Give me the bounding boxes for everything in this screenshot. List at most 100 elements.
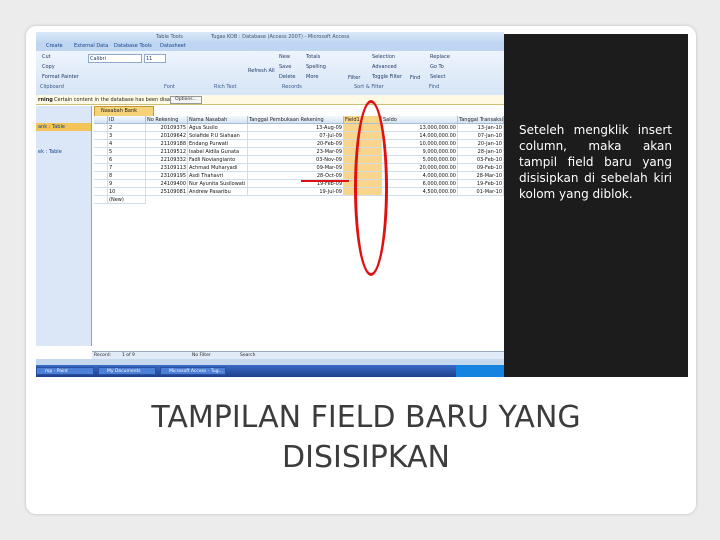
spelling-button[interactable]: Spelling	[306, 64, 326, 70]
table-cell[interactable]: Isabel Aldila Gunata	[188, 148, 248, 156]
toggle-filter-button[interactable]: Toggle Filter	[372, 74, 402, 80]
table-cell[interactable]: 28-Oct-09	[248, 172, 344, 180]
table-cell[interactable]: 5	[108, 148, 146, 156]
no-filter-indicator[interactable]: No Filter	[192, 353, 211, 358]
table-cell[interactable]: 4,000,000.00	[382, 172, 458, 180]
delete-record-button[interactable]: Delete	[279, 74, 295, 80]
table-cell[interactable]: Agus Susilo	[188, 124, 248, 132]
table-cell[interactable]: 23109113	[146, 164, 188, 172]
tab-database-tools[interactable]: Database Tools	[114, 43, 152, 49]
table-cell[interactable]: 19-Feb-10	[458, 180, 504, 188]
table-cell[interactable]: 9	[108, 180, 146, 188]
go-to-button[interactable]: Go To	[430, 64, 444, 70]
table-cell[interactable]: 4,500,000.00	[382, 188, 458, 196]
taskbar-access[interactable]: Microsoft Access - Tug...	[160, 367, 226, 375]
table-cell[interactable]: 4	[108, 140, 146, 148]
table-cell[interactable]: Nur Ayunita Susilowati	[188, 180, 248, 188]
table-cell[interactable]: 5,000,000.00	[382, 156, 458, 164]
table-cell[interactable]: 21109188	[146, 140, 188, 148]
table-cell[interactable]: 03-Nov-09	[248, 156, 344, 164]
table-cell[interactable]: 6,000,000.00	[382, 180, 458, 188]
column-header[interactable]: ID	[108, 116, 146, 124]
cut-button[interactable]: Cut	[42, 54, 51, 60]
table-cell[interactable]: 20109642	[146, 132, 188, 140]
table-cell[interactable]: 7	[108, 164, 146, 172]
copy-button[interactable]: Copy	[42, 64, 55, 70]
column-header[interactable]: Nama Nasabah	[188, 116, 248, 124]
table-cell[interactable]: 03-Feb-10	[458, 156, 504, 164]
filter-button[interactable]: Filter	[348, 75, 360, 81]
record-search-input[interactable]: Search	[240, 353, 255, 358]
record-position[interactable]: 1 of 9	[122, 353, 135, 358]
row-selector[interactable]	[94, 156, 108, 164]
format-painter-button[interactable]: Format Painter	[42, 74, 79, 80]
table-cell[interactable]: 22109332	[146, 156, 188, 164]
row-selector[interactable]	[94, 180, 108, 188]
column-header[interactable]: Saldo	[382, 116, 458, 124]
table-cell[interactable]: 19-Jul-09	[248, 188, 344, 196]
table-cell[interactable]: Achmad Muharyadi	[188, 164, 248, 172]
advanced-button[interactable]: Advanced	[372, 64, 397, 70]
select-all-corner[interactable]	[94, 116, 108, 124]
options-button[interactable]: Options...	[170, 96, 202, 104]
column-header[interactable]: No Rekening	[146, 116, 188, 124]
table-cell[interactable]: Fadli Noviangianto	[188, 156, 248, 164]
column-header[interactable]: Tanggal Transaksi Akhir	[458, 116, 504, 124]
table-cell[interactable]: 13-Jan-10	[458, 124, 504, 132]
nav-item-table-1[interactable]: ank : Table	[38, 124, 65, 130]
table-cell[interactable]: 13,000,000.00	[382, 124, 458, 132]
tab-external-data[interactable]: External Data	[74, 43, 108, 49]
taskbar-my-documents[interactable]: My Documents	[98, 367, 156, 375]
table-cell[interactable]: 20,000,000.00	[382, 164, 458, 172]
table-cell[interactable]: 21109512	[146, 148, 188, 156]
row-selector[interactable]	[94, 140, 108, 148]
find-button[interactable]: Find	[410, 75, 420, 81]
row-selector[interactable]	[94, 132, 108, 140]
new-row-selector[interactable]	[94, 196, 108, 204]
select-button[interactable]: Select	[430, 74, 445, 80]
more-button[interactable]: More	[306, 74, 318, 80]
table-cell[interactable]: 20109375	[146, 124, 188, 132]
table-cell[interactable]: 6	[108, 156, 146, 164]
tab-create[interactable]: Create	[46, 43, 63, 49]
selection-button[interactable]: Selection	[372, 54, 395, 60]
table-cell[interactable]: 2	[108, 124, 146, 132]
table-cell[interactable]: 07-Jul-09	[248, 132, 344, 140]
replace-button[interactable]: Replace	[430, 54, 450, 60]
table-cell[interactable]: 28-Jan-10	[458, 148, 504, 156]
new-record-button[interactable]: New	[279, 54, 290, 60]
font-name-select[interactable]: Calibri	[88, 54, 142, 63]
row-selector[interactable]	[94, 124, 108, 132]
table-cell[interactable]: 9,000,000.00	[382, 148, 458, 156]
row-selector[interactable]	[94, 172, 108, 180]
table-cell[interactable]: Endang Purwati	[188, 140, 248, 148]
table-cell[interactable]: 3	[108, 132, 146, 140]
table-cell[interactable]: 14,000,000.00	[382, 132, 458, 140]
table-cell[interactable]: 09-Mar-09	[248, 164, 344, 172]
table-cell[interactable]: 01-Mar-10	[458, 188, 504, 196]
table-cell[interactable]: 8	[108, 172, 146, 180]
save-record-button[interactable]: Save	[279, 64, 291, 70]
table-cell[interactable]: Asdi Thahavri	[188, 172, 248, 180]
nav-item-table-2[interactable]: ek : Table	[38, 149, 62, 155]
table-cell[interactable]: 23-Mar-09	[248, 148, 344, 156]
table-cell[interactable]: 07-Jan-10	[458, 132, 504, 140]
tab-datasheet[interactable]: Datasheet	[160, 43, 186, 49]
table-cell[interactable]: 13-Aug-09	[248, 124, 344, 132]
row-selector[interactable]	[94, 164, 108, 172]
table-cell[interactable]: 25109081	[146, 188, 188, 196]
column-header[interactable]: Tanggal Pembukaan Rekening	[248, 116, 344, 124]
table-cell[interactable]: 24109400	[146, 180, 188, 188]
table-cell[interactable]: 20-Feb-09	[248, 140, 344, 148]
totals-button[interactable]: Totals	[306, 54, 320, 60]
table-cell[interactable]: 10,000,000.00	[382, 140, 458, 148]
table-cell[interactable]: 28-Mar-10	[458, 172, 504, 180]
table-cell[interactable]: 09-Feb-10	[458, 164, 504, 172]
table-cell[interactable]: 20-Jan-10	[458, 140, 504, 148]
table-cell[interactable]: 23109195	[146, 172, 188, 180]
row-selector[interactable]	[94, 148, 108, 156]
taskbar-paint[interactable]: mp - Paint	[36, 367, 94, 375]
table-cell[interactable]: 10	[108, 188, 146, 196]
table-cell[interactable]: Solafide P.U Siahaan	[188, 132, 248, 140]
font-size-select[interactable]: 11	[144, 54, 166, 63]
